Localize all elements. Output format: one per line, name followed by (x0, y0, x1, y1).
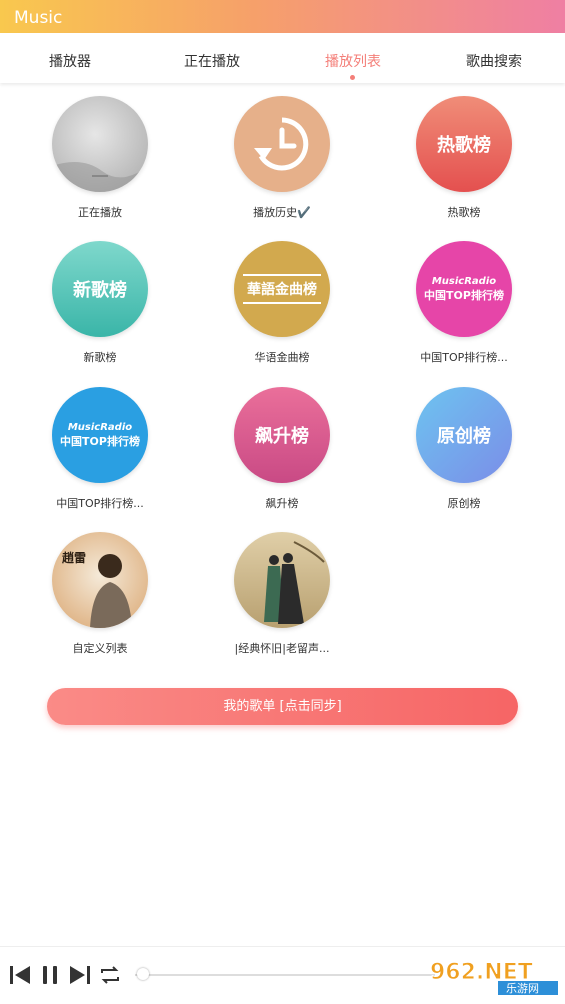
watermark-logo: 962.NET 乐游网 (428, 957, 560, 997)
cover-subtitle: 中国TOP排行榜 (60, 434, 140, 448)
tab-playlist-label: 播放列表 (325, 54, 381, 70)
tab-now-playing[interactable]: 正在播放 (152, 51, 272, 71)
cover-title: MusicRadio (67, 421, 133, 433)
playlist-cover: 热歌榜 (416, 96, 512, 192)
playlist-label: 正在播放 (78, 206, 122, 219)
playlist-item-original[interactable]: 原创榜 原创榜 (389, 387, 539, 511)
cover-frame: 華語金曲榜 (243, 274, 321, 304)
playlist-cover: 飙升榜 (234, 387, 330, 483)
playlist-cover: 趙雷 (52, 532, 148, 628)
seek-thumb[interactable] (137, 968, 149, 980)
album-art-icon: 趙雷 (62, 550, 132, 628)
playlist-item-classic[interactable]: |经典怀旧|老留声... (207, 532, 357, 656)
playlist-item-history[interactable]: 播放历史✔️ (207, 96, 357, 220)
cover-title: 原创榜 (437, 426, 491, 447)
tab-song-search[interactable]: 歌曲搜索 (434, 51, 554, 71)
playlist-label: 飙升榜 (265, 497, 299, 510)
playlist-item-rising[interactable]: 飙升榜 飙升榜 (207, 387, 357, 511)
playlist-label: 播放历史✔️ (253, 206, 311, 219)
tab-playlist[interactable]: 播放列表 (293, 51, 413, 80)
playlist-item-new[interactable]: 新歌榜 新歌榜 (25, 241, 175, 365)
playlist-item-now-playing[interactable]: 正在播放 (25, 96, 175, 220)
album-art-icon (52, 162, 148, 192)
playlist-label: 新歌榜 (83, 351, 117, 364)
pause-icon[interactable] (38, 963, 62, 987)
playlist-cover (234, 532, 330, 628)
seek-bar[interactable] (135, 974, 435, 976)
cover-title: MusicRadio (431, 275, 497, 287)
cover-title: 新歌榜 (73, 280, 127, 301)
playlist-label: 自定义列表 (72, 642, 128, 655)
playlist-cover: MusicRadio 中国TOP排行榜 (52, 387, 148, 483)
cover-title: 热歌榜 (437, 135, 491, 156)
cover-title: 飙升榜 (255, 426, 309, 447)
previous-icon[interactable] (8, 963, 32, 987)
sync-playlist-button[interactable]: 我的歌单 [点击同步] (47, 688, 518, 725)
svg-text:乐游网: 乐游网 (506, 982, 539, 995)
album-art-icon (264, 541, 325, 624)
playlist-label: 原创榜 (447, 497, 481, 510)
playlist-cover: 華語金曲榜 (234, 241, 330, 337)
playlist-cover: 新歌榜 (52, 241, 148, 337)
playlist-item-custom[interactable]: 趙雷 自定义列表 (25, 532, 175, 656)
active-tab-indicator (350, 75, 355, 80)
playlist-cover (234, 96, 330, 192)
repeat-icon[interactable] (98, 963, 122, 987)
playlist-item-china-top[interactable]: MusicRadio 中国TOP排行榜 中国TOP排行榜... (389, 241, 539, 365)
next-icon[interactable] (68, 963, 92, 987)
playlist-item-china-top-2[interactable]: MusicRadio 中国TOP排行榜 中国TOP排行榜... (25, 387, 175, 511)
svg-text:趙雷: 趙雷 (62, 550, 86, 565)
history-clock-icon (254, 117, 309, 171)
app-bar: Music (0, 0, 565, 33)
playlist-label: |经典怀旧|老留声... (234, 642, 330, 655)
playlist-label: 中国TOP排行榜... (420, 351, 508, 364)
cover-subtitle: 中国TOP排行榜 (424, 288, 504, 302)
playlist-cover: MusicRadio 中国TOP排行榜 (416, 241, 512, 337)
playlist-label: 华语金曲榜 (254, 351, 310, 364)
tab-player[interactable]: 播放器 (10, 51, 130, 71)
playlist-label: 中国TOP排行榜... (56, 497, 144, 510)
playlist-label: 热歌榜 (447, 206, 481, 219)
playlist-item-hot[interactable]: 热歌榜 热歌榜 (389, 96, 539, 220)
tab-bar: 播放器 正在播放 播放列表 歌曲搜索 (0, 33, 565, 83)
playlist-cover (52, 96, 148, 192)
playlist-item-chinese-gold[interactable]: 華語金曲榜 华语金曲榜 (207, 241, 357, 365)
cover-title: 華語金曲榜 (247, 282, 317, 298)
playlist-cover: 原创榜 (416, 387, 512, 483)
app-title: Music (14, 8, 63, 28)
